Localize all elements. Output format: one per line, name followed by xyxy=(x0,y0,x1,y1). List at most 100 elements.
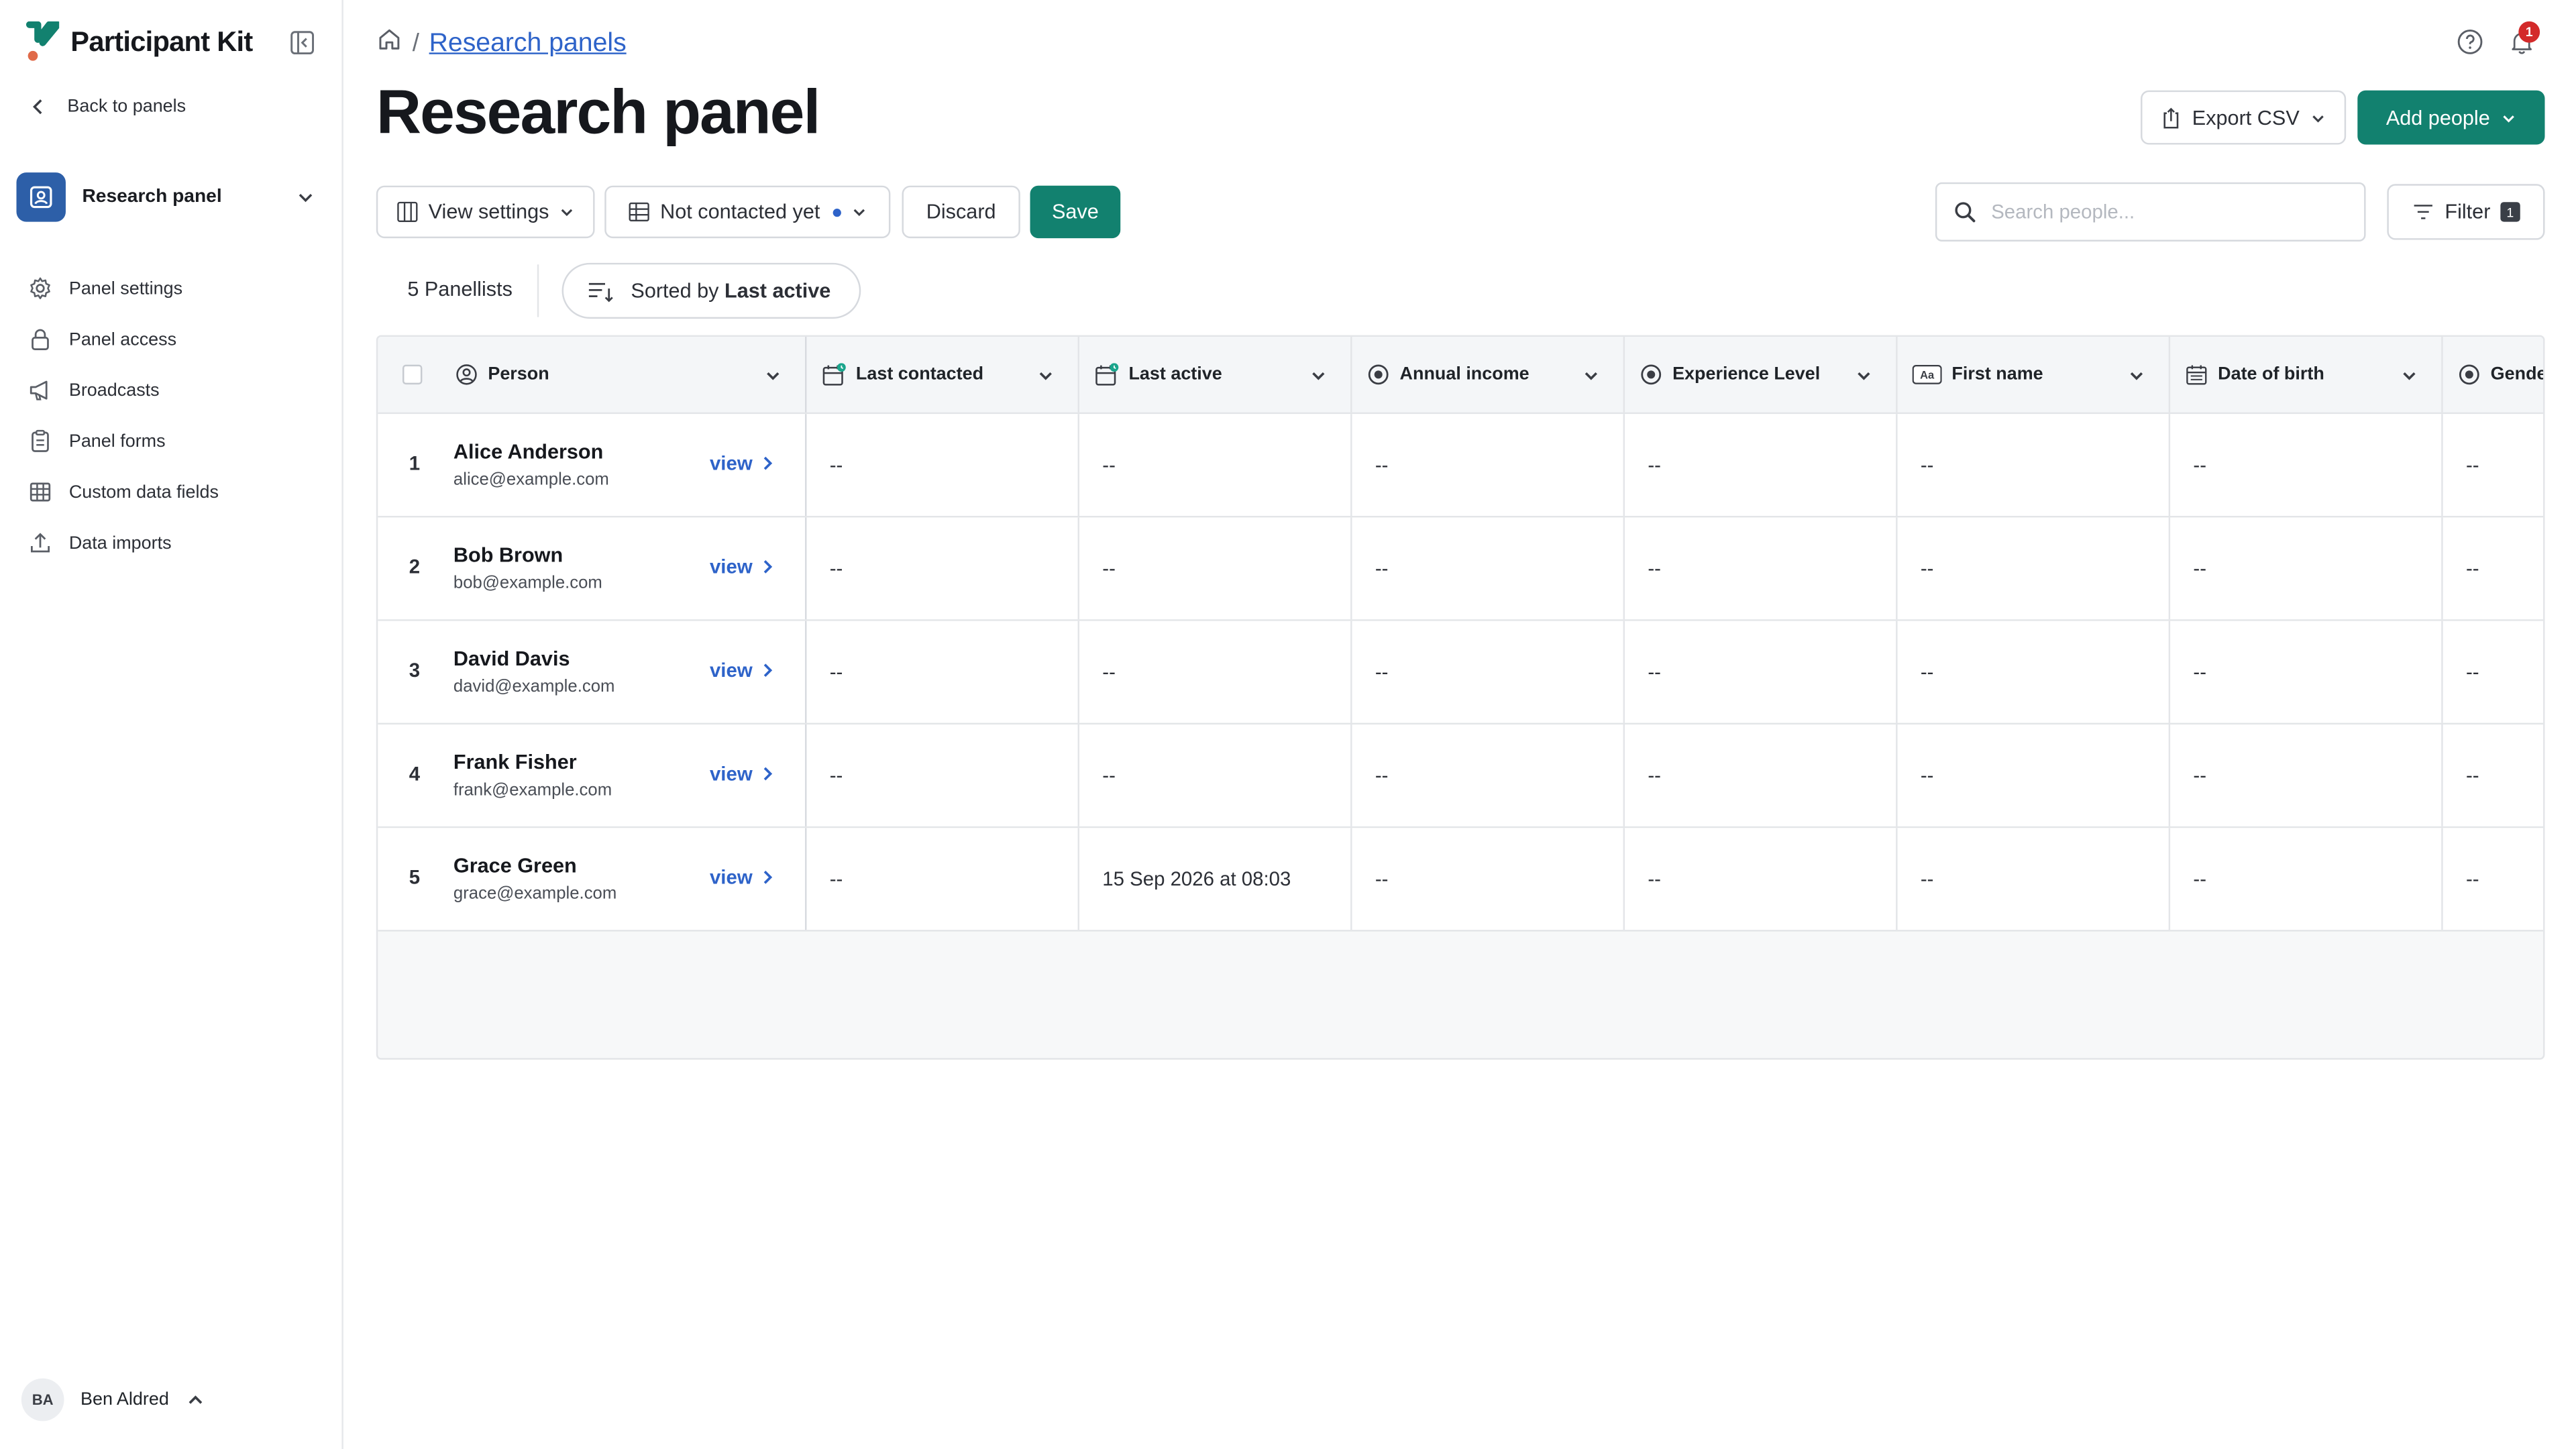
column-header-annual-income[interactable]: Annual income xyxy=(1352,337,1625,413)
table-cell[interactable]: -- xyxy=(2170,828,2443,930)
table-cell[interactable]: -- xyxy=(1898,414,2171,516)
table-cell[interactable]: 15 Sep 2026 at 08:03 xyxy=(1079,828,1352,930)
table-cell[interactable]: -- xyxy=(1352,414,1625,516)
table-cell[interactable]: -- xyxy=(806,724,1079,826)
table-row[interactable]: 1 Alice Anderson alice@example.com view -- --… xyxy=(378,414,2544,518)
column-header-date-of-birth[interactable]: Date of birth xyxy=(2170,337,2443,413)
table-cell[interactable]: -- xyxy=(1898,724,2171,826)
sort-button[interactable]: Sorted by Last active xyxy=(561,262,861,319)
row-number: 3 xyxy=(409,659,421,682)
table-cell[interactable]: -- xyxy=(806,828,1079,930)
discard-label: Discard xyxy=(926,200,996,224)
app-name: Participant Kit xyxy=(70,26,253,58)
filter-count-badge: 1 xyxy=(2500,202,2520,222)
table-cell[interactable]: -- xyxy=(1352,621,1625,723)
view-person-link[interactable]: view xyxy=(710,451,774,475)
home-icon[interactable] xyxy=(376,26,402,60)
person-email: david@example.com xyxy=(453,676,615,697)
row-number: 5 xyxy=(409,865,421,889)
column-header-last-contacted[interactable]: Last contacted xyxy=(806,337,1079,413)
table-cell[interactable]: -- xyxy=(1352,724,1625,826)
table-cell[interactable]: -- xyxy=(1079,724,1352,826)
table-cell[interactable]: -- xyxy=(2170,517,2443,620)
radio-icon xyxy=(1367,363,1390,386)
collapse-sidebar-icon[interactable] xyxy=(289,30,315,64)
save-button[interactable]: Save xyxy=(1030,185,1121,239)
table-cell[interactable]: -- xyxy=(1625,621,1898,723)
back-to-panels-link[interactable]: Back to panels xyxy=(30,97,186,117)
table-cell[interactable]: -- xyxy=(1625,414,1898,516)
view-person-link[interactable]: view xyxy=(710,555,774,578)
sidebar-item-panel-access[interactable]: Panel access xyxy=(26,314,219,365)
table-cell[interactable]: -- xyxy=(1898,621,2171,723)
chevron-down-icon xyxy=(1582,366,1600,389)
avatar: BA xyxy=(21,1378,64,1421)
table-cell[interactable]: -- xyxy=(2170,621,2443,723)
export-csv-button[interactable]: Export CSV xyxy=(2141,90,2347,145)
table-cell[interactable]: -- xyxy=(2443,621,2543,723)
sidebar-item-panel-forms[interactable]: Panel forms xyxy=(26,416,219,467)
person-cell: 1 Alice Anderson alice@example.com view xyxy=(378,414,807,516)
user-menu[interactable]: BA Ben Aldred xyxy=(21,1378,205,1421)
table-cell[interactable]: -- xyxy=(1352,828,1625,930)
saved-view-selector[interactable]: Not contacted yet xyxy=(604,185,891,239)
table-cell[interactable]: -- xyxy=(1898,517,2171,620)
table-cell[interactable]: -- xyxy=(1079,414,1352,516)
column-header-last-active[interactable]: Last active xyxy=(1079,337,1352,413)
table-cell[interactable]: -- xyxy=(806,414,1079,516)
filter-icon xyxy=(2414,205,2433,219)
table-cell[interactable]: -- xyxy=(2443,724,2543,826)
view-settings-button[interactable]: View settings xyxy=(376,185,595,239)
table-cell[interactable]: -- xyxy=(2443,414,2543,516)
calendar-clock-icon xyxy=(1094,362,1119,387)
chevron-down-icon xyxy=(2312,114,2323,122)
select-all-checkbox[interactable] xyxy=(402,364,423,385)
column-header-label: Annual income xyxy=(1399,364,1529,385)
table-row[interactable]: 4 Frank Fisher frank@example.com view -- -- --… xyxy=(378,724,2544,828)
table-cell[interactable]: -- xyxy=(1898,828,2171,930)
table-cell[interactable]: -- xyxy=(2443,517,2543,619)
table-row[interactable]: 5 Grace Green grace@example.com view -- 15 Se… xyxy=(378,828,2544,932)
sidebar-item-broadcasts[interactable]: Broadcasts xyxy=(26,365,219,416)
table-cell[interactable]: -- xyxy=(806,621,1079,723)
breadcrumb: / Research panels xyxy=(376,26,627,60)
column-header-person[interactable]: Person xyxy=(378,337,807,413)
table-cell[interactable]: -- xyxy=(2443,828,2543,930)
search-input[interactable] xyxy=(1991,200,2337,224)
table-cell[interactable]: -- xyxy=(1625,828,1898,930)
table-cell[interactable]: -- xyxy=(2170,724,2443,826)
table-cell[interactable]: -- xyxy=(1625,724,1898,826)
lock-icon xyxy=(26,326,52,352)
table-cell[interactable]: -- xyxy=(1079,517,1352,620)
breadcrumb-research-panels-link[interactable]: Research panels xyxy=(429,29,627,58)
table-cell[interactable]: -- xyxy=(806,517,1079,620)
view-person-link[interactable]: view xyxy=(710,659,774,682)
filter-button[interactable]: Filter 1 xyxy=(2387,184,2545,240)
unsaved-changes-dot xyxy=(833,207,842,217)
sidebar-item-data-imports[interactable]: Data imports xyxy=(26,517,219,568)
chevron-right-icon xyxy=(763,456,773,470)
sidebar-item-panel-settings[interactable]: Panel settings xyxy=(26,263,219,314)
table-cell[interactable]: -- xyxy=(1079,621,1352,723)
discard-button[interactable]: Discard xyxy=(902,185,1020,239)
help-icon[interactable] xyxy=(2456,28,2484,64)
sidebar-item-custom-data-fields[interactable]: Custom data fields xyxy=(26,467,219,518)
sidebar-item-label: Broadcasts xyxy=(68,380,160,400)
table-cell[interactable]: -- xyxy=(1625,517,1898,620)
view-person-link[interactable]: view xyxy=(710,762,774,786)
sidebar: Participant Kit Back to panels Research … xyxy=(0,0,343,1449)
panel-selector[interactable]: Research panel xyxy=(16,172,325,222)
table-cell[interactable]: -- xyxy=(2170,414,2443,516)
sidebar-nav: Panel settings Panel access Broadcasts P… xyxy=(26,263,219,569)
add-people-button[interactable]: Add people xyxy=(2357,90,2545,145)
table-cell[interactable]: -- xyxy=(1352,517,1625,620)
search-box[interactable] xyxy=(1935,182,2366,242)
brand[interactable]: Participant Kit xyxy=(23,21,253,64)
view-person-link[interactable]: view xyxy=(710,866,774,889)
table-row[interactable]: 2 Bob Brown bob@example.com view -- -- -- -- -- -… xyxy=(378,517,2544,621)
column-header-gende[interactable]: Gende xyxy=(2443,337,2543,413)
table-row[interactable]: 3 David Davis david@example.com view -- -- -- -… xyxy=(378,621,2544,725)
column-header-experience-level[interactable]: Experience Level xyxy=(1625,337,1898,413)
column-header-first-name[interactable]: Aa First name xyxy=(1898,337,2171,413)
panel-selector-label: Research panel xyxy=(82,187,222,207)
